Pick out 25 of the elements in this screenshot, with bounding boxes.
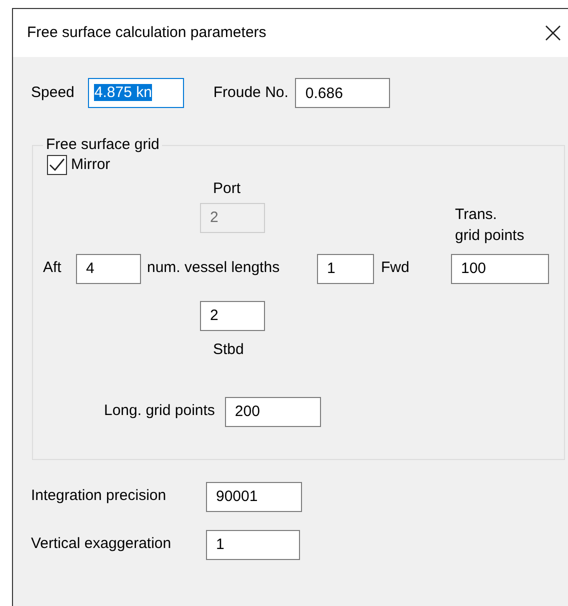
trans-grid-points-label: Trans. grid points: [455, 204, 526, 246]
integration-precision-label: Integration precision: [31, 486, 168, 506]
long-grid-points-field[interactable]: 200: [224, 396, 321, 426]
mirror-label: Mirror: [71, 155, 110, 175]
vertical-exaggeration-label: Vertical exaggeration: [31, 534, 172, 554]
vessel-lengths-label: num. vessel lengths: [147, 258, 281, 278]
stbd-field[interactable]: 2: [200, 300, 265, 330]
long-grid-points-label: Long. grid points: [104, 401, 215, 422]
window-title: Free surface calculation parameters: [27, 22, 268, 43]
mirror-checkbox[interactable]: [47, 155, 67, 176]
stbd-label: Stbd: [213, 340, 245, 358]
integration-precision-field[interactable]: 90001: [206, 482, 302, 512]
port-label: Port: [213, 180, 242, 198]
froude-field[interactable]: 0.686: [295, 78, 390, 108]
group-title: Free surface grid: [45, 136, 160, 154]
fwd-field[interactable]: 1: [317, 254, 374, 284]
aft-field[interactable]: 4: [76, 254, 141, 284]
trans-grid-points-field[interactable]: 100: [451, 254, 549, 284]
aft-label: Aft: [43, 258, 62, 278]
close-icon[interactable]: [545, 25, 561, 41]
vertical-exaggeration-field[interactable]: 1: [206, 530, 300, 560]
speed-label: Speed: [31, 82, 74, 103]
fwd-label: Fwd: [381, 258, 410, 278]
froude-label: Froude No.: [213, 82, 288, 103]
speed-field[interactable]: 4.875 kn: [88, 78, 184, 108]
